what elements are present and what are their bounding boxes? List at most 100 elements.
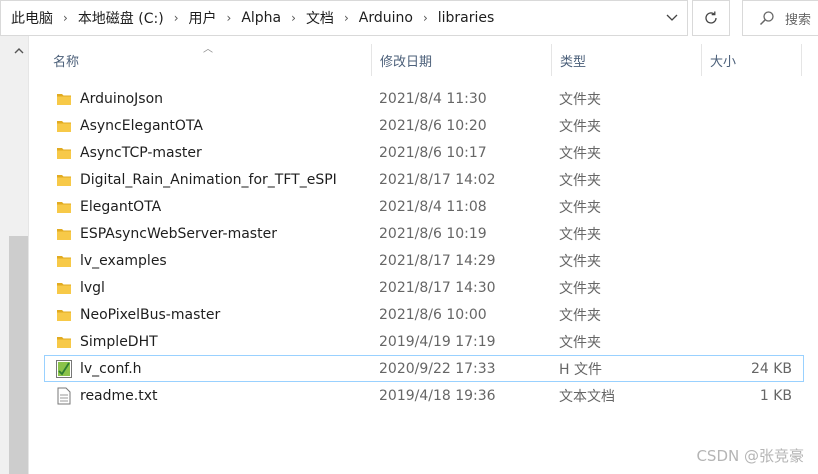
file-name: ArduinoJson xyxy=(80,90,164,107)
file-size: 24 KB xyxy=(750,360,792,377)
file-row[interactable]: lv_examples 2021/8/17 14:29 文件夹 xyxy=(44,247,804,274)
file-row[interactable]: SimpleDHT 2019/4/19 17:19 文件夹 xyxy=(44,328,804,355)
file-date: 2021/8/17 14:30 xyxy=(379,279,496,296)
file-type: 文件夹 xyxy=(559,253,601,270)
file-type: 文件夹 xyxy=(559,172,601,189)
file-date: 2021/8/6 10:00 xyxy=(379,306,487,323)
chevron-up-icon xyxy=(14,47,23,53)
refresh-icon xyxy=(705,11,717,24)
folder-icon xyxy=(54,247,74,274)
search-placeholder: 搜索 xyxy=(785,12,812,28)
file-row[interactable]: readme.txt 2019/4/18 19:36 文本文档 1 KB xyxy=(44,382,804,409)
file-date: 2021/8/6 10:17 xyxy=(379,144,487,161)
file-name: ESPAsyncWebServer-master xyxy=(80,225,277,242)
column-header-type[interactable]: 类型 xyxy=(551,44,701,76)
breadcrumb-item[interactable]: libraries xyxy=(438,10,495,26)
file-name: NeoPixelBus-master xyxy=(80,306,221,323)
column-separator[interactable] xyxy=(801,44,802,76)
file-row[interactable]: ArduinoJson 2021/8/4 11:30 文件夹 xyxy=(44,85,804,112)
file-type: 文件夹 xyxy=(559,199,601,216)
breadcrumb-item[interactable]: 用户 xyxy=(189,8,217,28)
column-header-date[interactable]: 修改日期 xyxy=(371,44,551,76)
file-date: 2019/4/19 17:19 xyxy=(379,333,496,350)
breadcrumb-item[interactable]: Alpha xyxy=(241,10,281,26)
file-date: 2021/8/6 10:20 xyxy=(379,117,487,134)
chevron-right-icon[interactable]: › xyxy=(291,11,296,25)
watermark: CSDN @张竞豪 xyxy=(696,447,804,465)
file-name: Digital_Rain_Animation_for_TFT_eSPI xyxy=(80,171,337,188)
chevron-down-icon xyxy=(666,14,678,21)
column-header-date-label: 修改日期 xyxy=(380,54,433,70)
file-type: 文件夹 xyxy=(559,91,601,108)
folder-icon xyxy=(54,220,74,247)
scrollbar-thumb[interactable] xyxy=(9,236,28,474)
file-name: SimpleDHT xyxy=(80,333,158,350)
file-date: 2021/8/4 11:30 xyxy=(379,90,487,107)
file-name: AsyncTCP-master xyxy=(80,144,202,161)
column-header-type-label: 类型 xyxy=(560,54,587,70)
folder-icon xyxy=(54,139,74,166)
address-history-dropdown[interactable] xyxy=(656,0,688,36)
folder-icon xyxy=(54,301,74,328)
file-date: 2021/8/17 14:02 xyxy=(379,171,496,188)
navigation-pane xyxy=(0,36,28,474)
file-row[interactable]: ElegantOTA 2021/8/4 11:08 文件夹 xyxy=(44,193,804,220)
file-row[interactable]: lv_conf.h 2020/9/22 17:33 H 文件 24 KB xyxy=(44,355,804,382)
breadcrumb[interactable]: 此电脑 › 本地磁盘 (C:) › 用户 › Alpha › 文档 › Arduino › librar… xyxy=(0,0,688,36)
file-size: 1 KB xyxy=(759,387,792,404)
breadcrumb-item[interactable]: 文档 xyxy=(306,8,334,28)
search-icon xyxy=(759,11,774,26)
pane-divider[interactable] xyxy=(28,36,29,474)
file-type: 文件夹 xyxy=(559,226,601,243)
chevron-right-icon[interactable]: › xyxy=(174,11,179,25)
file-type: H 文件 xyxy=(559,361,602,378)
folder-icon xyxy=(54,193,74,220)
chevron-right-icon[interactable]: › xyxy=(227,11,232,25)
file-type: 文本文档 xyxy=(559,388,615,405)
breadcrumb-item[interactable]: 本地磁盘 (C:) xyxy=(78,8,164,28)
chevron-right-icon[interactable]: › xyxy=(344,11,349,25)
folder-icon xyxy=(54,274,74,301)
breadcrumb-item[interactable]: 此电脑 xyxy=(11,8,53,28)
file-row[interactable]: AsyncTCP-master 2021/8/6 10:17 文件夹 xyxy=(44,139,804,166)
breadcrumb-item[interactable]: Arduino xyxy=(359,10,413,26)
file-name: lvgl xyxy=(80,279,105,296)
chevron-right-icon[interactable]: › xyxy=(423,11,428,25)
address-bar: 此电脑 › 本地磁盘 (C:) › 用户 › Alpha › 文档 › Arduino › librar… xyxy=(0,0,818,36)
file-date: 2019/4/18 19:36 xyxy=(379,387,496,404)
folder-icon xyxy=(54,166,74,193)
folder-icon xyxy=(54,328,74,355)
file-date: 2021/8/4 11:08 xyxy=(379,198,487,215)
file-date: 2020/9/22 17:33 xyxy=(379,360,496,377)
text-file-icon xyxy=(54,382,74,409)
file-row[interactable]: Digital_Rain_Animation_for_TFT_eSPI 2021/… xyxy=(44,166,804,193)
file-row[interactable]: ESPAsyncWebServer-master 2021/8/6 10:19 文件… xyxy=(44,220,804,247)
folder-icon xyxy=(54,85,74,112)
file-type: 文件夹 xyxy=(559,280,601,297)
file-row[interactable]: NeoPixelBus-master 2021/8/6 10:00 文件夹 xyxy=(44,301,804,328)
chevron-right-icon[interactable]: › xyxy=(63,11,68,25)
file-list: ArduinoJson 2021/8/4 11:30 文件夹 AsyncElegant… xyxy=(44,85,804,409)
column-header: ︿ 名称 修改日期 类型 大小 xyxy=(44,44,804,76)
column-header-name-label: 名称 xyxy=(53,54,80,70)
file-row[interactable]: AsyncElegantOTA 2021/8/6 10:20 文件夹 xyxy=(44,112,804,139)
column-header-size-label: 大小 xyxy=(710,54,737,70)
file-date: 2021/8/17 14:29 xyxy=(379,252,496,269)
file-name: readme.txt xyxy=(80,387,158,404)
header-file-icon xyxy=(54,355,74,382)
file-date: 2021/8/6 10:19 xyxy=(379,225,487,242)
file-name: lv_conf.h xyxy=(80,360,142,377)
file-type: 文件夹 xyxy=(559,145,601,162)
scroll-up-button[interactable] xyxy=(9,40,28,60)
search-box[interactable]: 搜索 xyxy=(742,0,818,36)
folder-icon xyxy=(54,112,74,139)
file-row[interactable]: lvgl 2021/8/17 14:30 文件夹 xyxy=(44,274,804,301)
file-name: ElegantOTA xyxy=(80,198,162,215)
file-name: AsyncElegantOTA xyxy=(80,117,203,134)
file-type: 文件夹 xyxy=(559,307,601,324)
column-header-size[interactable]: 大小 xyxy=(701,44,801,76)
file-name: lv_examples xyxy=(80,252,167,269)
column-header-name[interactable]: 名称 xyxy=(44,44,371,76)
refresh-button[interactable] xyxy=(692,0,730,36)
file-type: 文件夹 xyxy=(559,118,601,135)
